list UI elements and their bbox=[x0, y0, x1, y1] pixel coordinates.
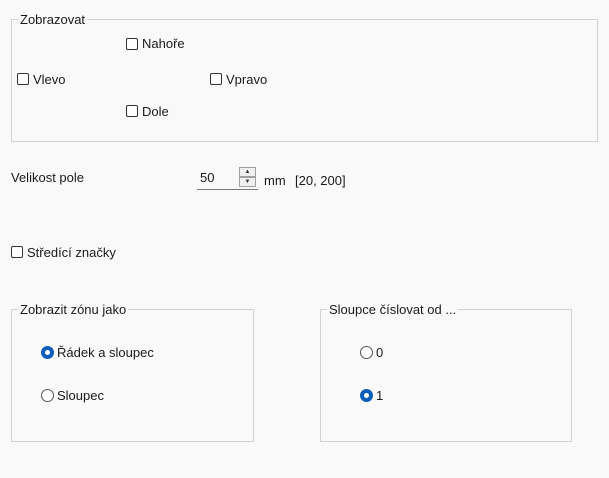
column-numbering-legend: Sloupce číslovat od ... bbox=[327, 302, 459, 318]
zone-column-radio[interactable] bbox=[41, 389, 54, 402]
display-group-legend: Zobrazovat bbox=[18, 12, 88, 28]
column-start-0-radio[interactable] bbox=[360, 346, 373, 359]
center-marks-checkbox[interactable] bbox=[11, 246, 23, 258]
top-checkbox-label[interactable]: Nahoře bbox=[142, 36, 185, 52]
field-size-range: [20, 200] bbox=[295, 173, 346, 188]
chevron-down-icon[interactable]: ▼ bbox=[239, 177, 256, 187]
zone-row-column-label[interactable]: Řádek a sloupec bbox=[57, 345, 154, 361]
bottom-checkbox-label[interactable]: Dole bbox=[142, 104, 169, 120]
zone-group-legend: Zobrazit zónu jako bbox=[18, 302, 129, 318]
top-checkbox[interactable] bbox=[126, 38, 138, 50]
field-size-label: Velikost pole bbox=[11, 170, 84, 185]
center-marks-label[interactable]: Středící značky bbox=[27, 245, 116, 261]
column-numbering-group: Sloupce číslovat od ... bbox=[320, 302, 572, 442]
right-checkbox[interactable] bbox=[210, 73, 222, 85]
field-size-spinner[interactable]: 50 ▲ ▼ bbox=[197, 167, 258, 190]
zone-row-column-radio[interactable] bbox=[41, 346, 54, 359]
zone-column-label[interactable]: Sloupec bbox=[57, 388, 104, 404]
left-checkbox-label[interactable]: Vlevo bbox=[33, 72, 66, 88]
display-group: Zobrazovat bbox=[11, 12, 598, 142]
column-start-0-label[interactable]: 0 bbox=[376, 345, 383, 361]
right-checkbox-label[interactable]: Vpravo bbox=[226, 72, 267, 88]
column-start-1-radio[interactable] bbox=[360, 389, 373, 402]
spinner-buttons: ▲ ▼ bbox=[239, 167, 256, 187]
left-checkbox[interactable] bbox=[17, 73, 29, 85]
field-size-value[interactable]: 50 bbox=[200, 170, 214, 185]
zone-group: Zobrazit zónu jako bbox=[11, 302, 254, 442]
bottom-checkbox[interactable] bbox=[126, 105, 138, 117]
column-start-1-label[interactable]: 1 bbox=[376, 388, 383, 404]
field-size-unit: mm bbox=[264, 173, 286, 188]
chevron-up-icon[interactable]: ▲ bbox=[239, 167, 256, 177]
